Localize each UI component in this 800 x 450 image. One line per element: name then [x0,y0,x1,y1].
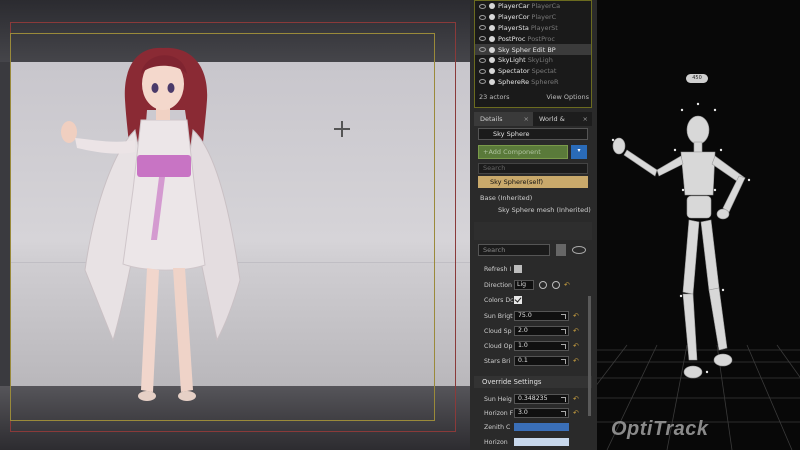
outliner-row[interactable]: PlayerCar PlayerCa [475,1,591,12]
optitrack-viewport[interactable]: 450 OptiTrack [597,0,800,450]
view-options-button[interactable]: View Options [546,93,589,101]
tab-details[interactable]: Details × [474,112,533,126]
component-base-row[interactable]: Base (Inherited) [480,194,532,202]
eye-icon[interactable] [479,68,486,74]
reset-icon[interactable]: ↶ [573,312,579,320]
outliner-row[interactable]: SkyLight SkyLigh [475,55,591,66]
details-scrollbar[interactable] [588,296,591,416]
mocap-markers [611,102,751,374]
close-icon[interactable]: × [583,115,588,123]
horizon-falloff-input[interactable]: 3.0 [514,408,569,418]
sun-brightness-input[interactable]: 75.0 [514,311,569,321]
actor-icon [489,14,495,21]
property-search-input[interactable]: Search [478,244,550,256]
override-settings-header[interactable]: Override Settings [474,376,592,388]
eye-icon[interactable] [479,25,486,31]
directional-light-row: Direction Lig ↶ [484,280,570,290]
component-self-row[interactable]: Sky Sphere(self) [478,176,588,188]
reset-icon[interactable]: ↶ [573,357,579,365]
directional-light-select[interactable]: Lig [514,280,534,290]
horizon-color-swatch[interactable] [514,438,569,446]
blueprint-button[interactable]: ▾ [571,145,587,159]
crosshair-icon [334,121,350,137]
actor-icon [489,68,495,75]
outliner-row[interactable]: PlayerCor PlayerC [475,12,591,23]
sun-height-input[interactable]: 0.348235 [514,394,569,404]
details-tab-bar: Details × World & × [474,112,592,126]
mocap-scene [597,102,800,450]
actor-name-field[interactable]: Sky Sphere [478,128,588,140]
outliner-row-selected[interactable]: Sky Spher Edit BP [475,44,591,55]
eye-icon[interactable] [479,47,486,53]
eye-icon[interactable] [479,3,486,9]
zenith-color-swatch[interactable] [514,423,569,431]
character-left-leg [141,268,159,392]
sun-brightness-row: Sun Brigt 75.0 ↶ [484,311,579,321]
actor-icon [489,46,495,53]
zenith-color-row: Zenith C [484,421,569,433]
details-spacer [474,222,592,240]
character-sash [137,155,191,177]
horizon-falloff-row: Horizon F 3.0 ↶ [484,408,579,418]
add-component-button[interactable]: +Add Component [478,145,568,159]
mocap-skeleton [612,115,746,379]
eye-icon[interactable] [479,14,486,20]
refresh-material-checkbox[interactable] [514,265,522,273]
component-mesh-row[interactable]: Sky Sphere mesh (Inherited) [498,206,591,214]
horizon-color-row: Horizon [484,436,569,448]
eye-icon[interactable] [479,79,486,85]
tab-world-settings[interactable]: World & × [533,112,592,126]
outliner-row[interactable]: SphereRe SphereR [475,77,591,88]
cloud-opacity-row: Cloud Op 1.0 ↶ [484,341,579,351]
actor-icon [489,78,495,85]
frame-badge: 450 [686,74,708,83]
editor-panel: PlayerCar PlayerCa PlayerCor PlayerC Playe… [470,0,597,450]
actor-icon [489,3,495,10]
component-search-input[interactable]: Search [478,163,588,174]
outliner-row[interactable]: PostProc PostProc [475,33,591,44]
actor-icon [489,24,495,31]
actor-icon [489,57,495,64]
anime-character-model[interactable] [55,40,275,440]
picker-icon[interactable] [552,281,560,289]
cloud-speed-input[interactable]: 2.0 [514,326,569,336]
outliner-footer: 23 actors View Options [479,93,589,101]
optitrack-logo: OptiTrack [611,418,709,440]
close-icon[interactable]: × [524,115,529,123]
reset-icon[interactable]: ↶ [573,342,579,350]
world-outliner: PlayerCar PlayerCa PlayerCor PlayerC Playe… [474,0,592,108]
reset-icon[interactable]: ↶ [564,281,570,289]
game-viewport[interactable] [0,0,470,450]
eye-icon[interactable] [479,36,486,42]
sun-height-row: Sun Heig 0.348235 ↶ [484,394,579,404]
grid-view-icon[interactable] [556,244,566,256]
eye-icon[interactable] [479,57,486,63]
outliner-row[interactable]: Spectator Spectat [475,66,591,77]
reset-icon[interactable]: ↶ [573,327,579,335]
stars-brightness-row: Stars Bri 0.1 ↶ [484,356,579,366]
cloud-speed-row: Cloud Sp 2.0 ↶ [484,326,579,336]
actor-icon [489,35,495,42]
outliner-row[interactable]: PlayerSta PlayerSt [475,23,591,34]
colors-determined-row: Colors Dc [484,294,522,306]
actor-count: 23 actors [479,93,510,101]
search-icon[interactable] [539,281,547,289]
cloud-opacity-input[interactable]: 1.0 [514,341,569,351]
eye-icon[interactable] [572,246,586,254]
stars-brightness-input[interactable]: 0.1 [514,356,569,366]
colors-determined-checkbox[interactable] [514,296,522,304]
character-right-leg [173,268,193,392]
character-raised-hand [61,121,77,143]
reset-icon[interactable]: ↶ [573,409,579,417]
reset-icon[interactable]: ↶ [573,395,579,403]
refresh-material-row: Refresh I [484,263,522,275]
